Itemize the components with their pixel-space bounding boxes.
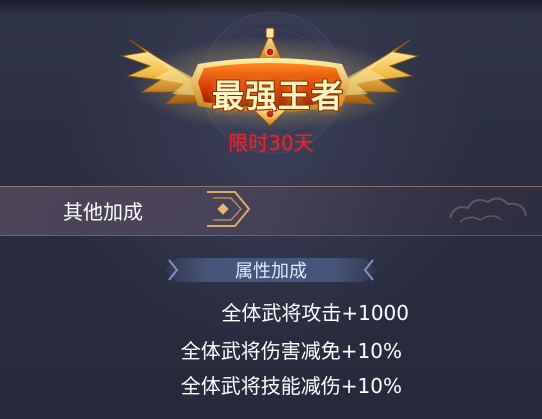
stat-line: 全体武将攻击+1000 xyxy=(221,301,409,325)
duration-label: 限时30天 xyxy=(228,131,314,155)
section-arrow-icon xyxy=(207,191,251,227)
stat-line: 全体武将技能减伤+10% xyxy=(180,374,402,398)
badge-title: 最强王者 xyxy=(212,77,345,115)
title-detail-panel: 最强王者 限时30天 其他加成 属性加成 全体武将攻击+1000 全体武将伤害减… xyxy=(0,0,542,419)
attribute-bonus-header: 属性加成 xyxy=(163,256,379,284)
attribute-bonus-title: 属性加成 xyxy=(235,261,307,282)
winged-crown-icon: 最强王者 xyxy=(120,22,420,132)
stat-line: 全体武将伤害减免+10% xyxy=(180,339,402,363)
section-title: 其他加成 xyxy=(63,200,143,224)
cloud-pattern-decor xyxy=(449,197,527,223)
